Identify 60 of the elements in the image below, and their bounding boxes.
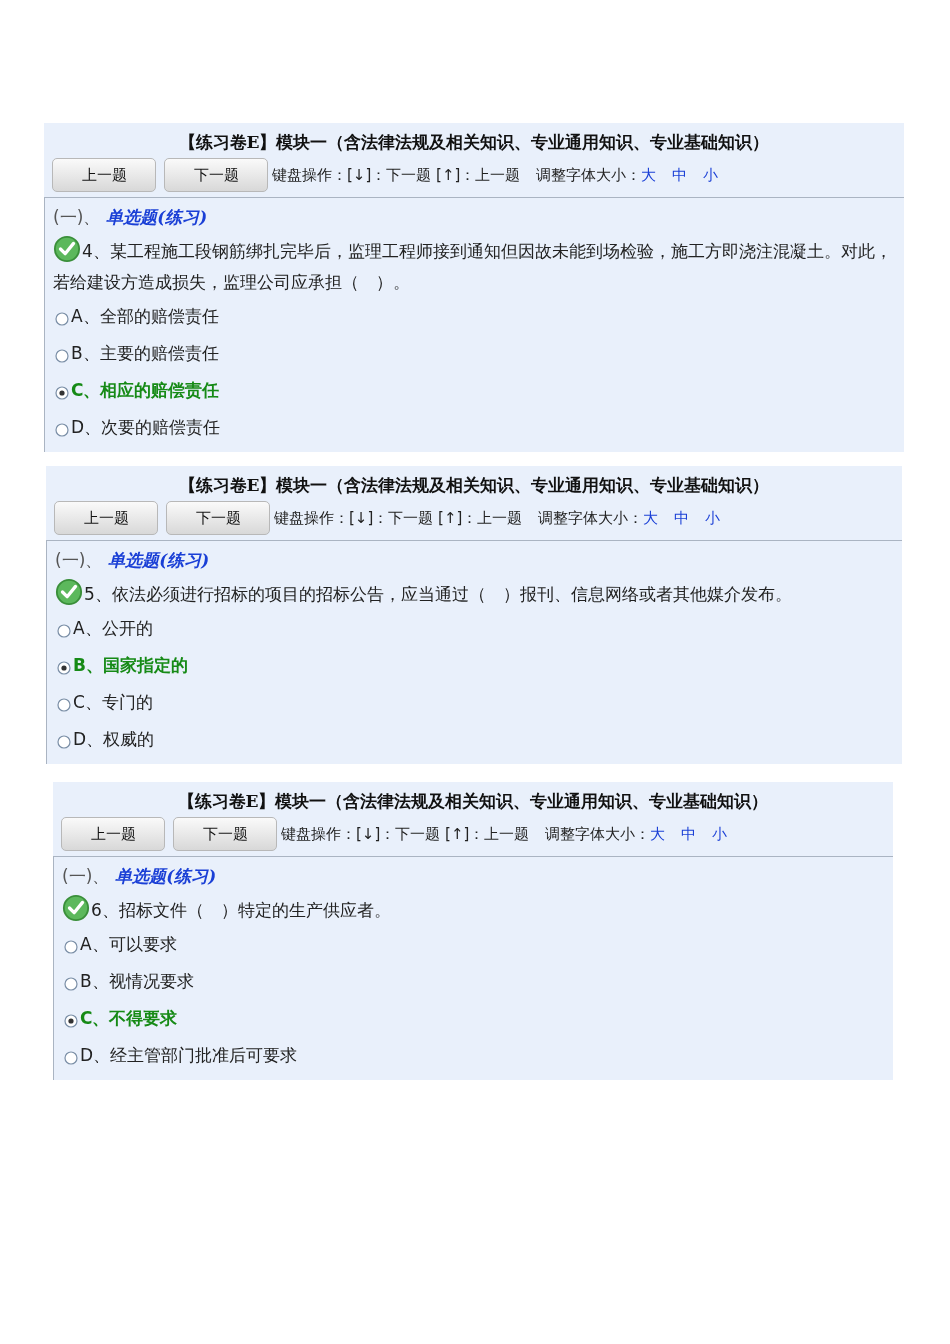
option-text: D、经主管部门批准后可要求	[80, 1044, 298, 1067]
radio-button[interactable]	[55, 348, 69, 363]
radio-button[interactable]	[55, 422, 69, 437]
option-text: C、不得要求	[80, 1007, 178, 1030]
nav-button[interactable]: 上一题	[61, 817, 165, 851]
option-text: C、相应的赔偿责任	[71, 379, 220, 402]
nav-button[interactable]: 下一题	[173, 817, 277, 851]
radio-button[interactable]	[64, 1013, 78, 1028]
radio-button[interactable]	[57, 660, 71, 675]
option-text: D、次要的赔偿责任	[71, 416, 221, 439]
radio-button[interactable]	[57, 734, 71, 749]
keyboard-hint: 键盘操作：[↓]：下一题 [↑]：上一题	[281, 824, 530, 844]
font-size-label: 调整字体大小：	[536, 165, 642, 185]
option-text: B、视情况要求	[80, 970, 194, 993]
font-size-link[interactable]: 大	[643, 508, 659, 528]
option-text: A、全部的赔偿责任	[71, 305, 219, 328]
font-size-link[interactable]: 中	[672, 165, 688, 185]
question-text: 5、依法必须进行招标的项目的招标公告，应当通过（ ）报刊、信息网络或者其他媒介发布。	[55, 578, 896, 610]
option-text: B、国家指定的	[73, 654, 188, 677]
radio-button[interactable]	[64, 976, 78, 991]
quiz-title: 【练习卷E】模块一（含法律法规及相关知识、专业通用知识、专业基础知识）	[176, 790, 770, 813]
font-size-link[interactable]: 大	[641, 165, 657, 185]
nav-button[interactable]: 下一题	[164, 158, 268, 192]
option-text: B、主要的赔偿责任	[71, 342, 219, 365]
section-number: (一)、	[55, 550, 103, 570]
check-icon	[55, 578, 83, 606]
keyboard-hint: 键盘操作：[↓]：下一题 [↑]：上一题	[274, 508, 523, 528]
font-size-link[interactable]: 小	[712, 824, 728, 844]
question-text: 6、招标文件（ ）特定的生产供应者。	[62, 894, 887, 926]
section-number: (一)、	[53, 207, 101, 227]
section-type: 单选题(练习)	[108, 550, 210, 570]
font-size-label: 调整字体大小：	[538, 508, 644, 528]
radio-button[interactable]	[55, 385, 69, 400]
font-size-label: 调整字体大小：	[545, 824, 651, 844]
font-size-link[interactable]: 中	[674, 508, 690, 528]
question-text: 4、某工程施工段钢筋绑扎完毕后，监理工程师接到通知但因故未能到场检验，施工方即浇注混凝土。对此，若给建设方造成损失，监理公司应承担（ ）。	[53, 235, 898, 298]
font-size-link[interactable]: 小	[705, 508, 721, 528]
option-text: A、公开的	[73, 617, 153, 640]
radio-button[interactable]	[55, 311, 69, 326]
keyboard-hint: 键盘操作：[↓]：下一题 [↑]：上一题	[272, 165, 521, 185]
option-text: A、可以要求	[80, 933, 177, 956]
option-text: C、专门的	[73, 691, 153, 714]
font-size-link[interactable]: 中	[681, 824, 697, 844]
radio-button[interactable]	[57, 623, 71, 638]
nav-button[interactable]: 下一题	[166, 501, 270, 535]
section-type: 单选题(练习)	[115, 866, 217, 886]
nav-button[interactable]: 上一题	[54, 501, 158, 535]
radio-button[interactable]	[64, 939, 78, 954]
radio-button[interactable]	[64, 1050, 78, 1065]
font-size-link[interactable]: 大	[650, 824, 666, 844]
nav-button[interactable]: 上一题	[52, 158, 156, 192]
check-icon	[53, 235, 81, 263]
quiz-title: 【练习卷E】模块一（含法律法规及相关知识、专业通用知识、专业基础知识）	[177, 474, 771, 497]
section-number: (一)、	[62, 866, 110, 886]
quiz-title: 【练习卷E】模块一（含法律法规及相关知识、专业通用知识、专业基础知识）	[177, 131, 771, 154]
radio-button[interactable]	[57, 697, 71, 712]
check-icon	[62, 894, 90, 922]
option-text: D、权威的	[73, 728, 155, 751]
font-size-link[interactable]: 小	[703, 165, 719, 185]
section-type: 单选题(练习)	[106, 207, 208, 227]
